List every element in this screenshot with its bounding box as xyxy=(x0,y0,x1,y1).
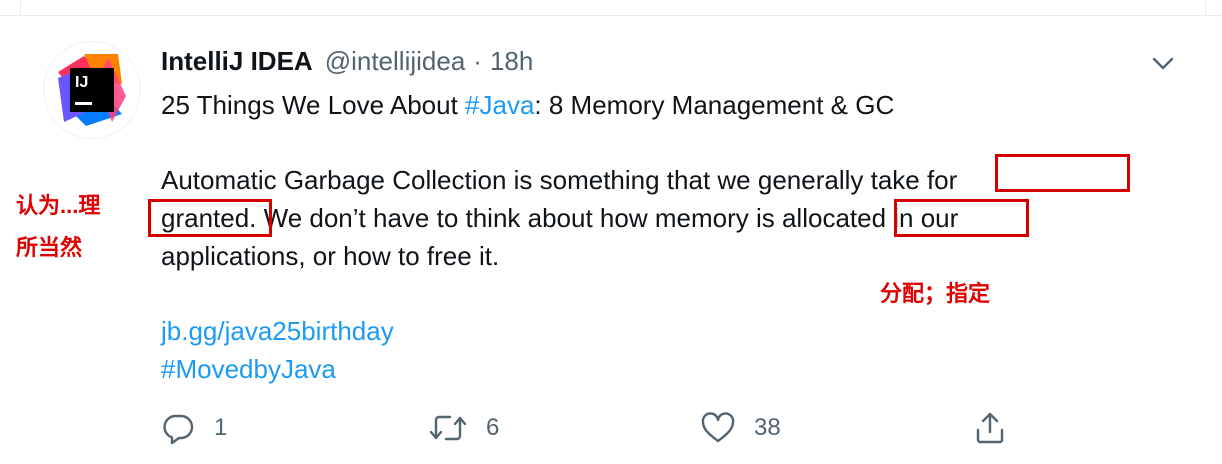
intellij-logo-icon: IJ xyxy=(58,54,126,126)
retweet-icon xyxy=(429,415,467,441)
reply-button[interactable]: 1 xyxy=(160,406,227,450)
reply-count: 1 xyxy=(214,414,228,441)
highlight-box-granted xyxy=(148,199,272,237)
like-button[interactable]: 38 xyxy=(700,406,781,450)
reply-icon xyxy=(163,414,194,445)
retweet-count: 6 xyxy=(486,414,500,441)
highlight-box-take-for xyxy=(995,154,1130,192)
separator-dot: · xyxy=(473,45,482,76)
tweet-body-line-3: applications, or how to free it. xyxy=(161,241,500,271)
author-display-name[interactable]: IntelliJ IDEA xyxy=(161,46,313,77)
feed-divider xyxy=(0,0,1222,16)
like-count: 38 xyxy=(754,414,781,441)
avatar[interactable]: IJ xyxy=(44,42,140,138)
tweet-body-line-1: Automatic Garbage Collection is somethin… xyxy=(161,165,958,195)
title-text-before: 25 Things We Love About xyxy=(161,90,466,120)
like-icon xyxy=(701,412,735,443)
tweet-timestamp[interactable]: 18h xyxy=(490,46,533,77)
author-handle[interactable]: @intellijidea xyxy=(325,46,466,77)
feed-border-left xyxy=(20,0,21,16)
retweet-button[interactable]: 6 xyxy=(428,406,499,450)
tweet-title-line: 25 Things We Love About #Java: 8 Memory … xyxy=(161,86,894,124)
annotation-note-3: 分配；指定 xyxy=(880,281,991,306)
share-icon xyxy=(976,412,1004,444)
tweet-body-line-2: granted. We don’t have to think about ho… xyxy=(161,203,959,233)
java25birthday-link[interactable]: jb.gg/java25birthday xyxy=(161,312,394,350)
hashtag-movedbyjava-link[interactable]: #MovedbyJava xyxy=(161,350,336,388)
more-options-button[interactable] xyxy=(1150,50,1176,76)
tweet-header: IntelliJ IDEA @intellijidea · 18h xyxy=(161,44,533,78)
annotation-note-2: 所当然 xyxy=(16,235,83,260)
highlight-box-allocated xyxy=(894,199,1029,237)
annotation-note-1: 认为...理 xyxy=(16,193,101,218)
avatar-logo-text: IJ xyxy=(75,74,88,91)
chevron-down-icon xyxy=(1152,57,1174,70)
feed-border-right xyxy=(1205,0,1206,16)
share-button[interactable] xyxy=(972,406,1008,450)
tweet-actions-bar: 1 6 38 xyxy=(160,406,1020,450)
title-text-after: : 8 Memory Management & GC xyxy=(534,90,895,120)
hashtag-java-link[interactable]: #Java xyxy=(465,90,534,120)
